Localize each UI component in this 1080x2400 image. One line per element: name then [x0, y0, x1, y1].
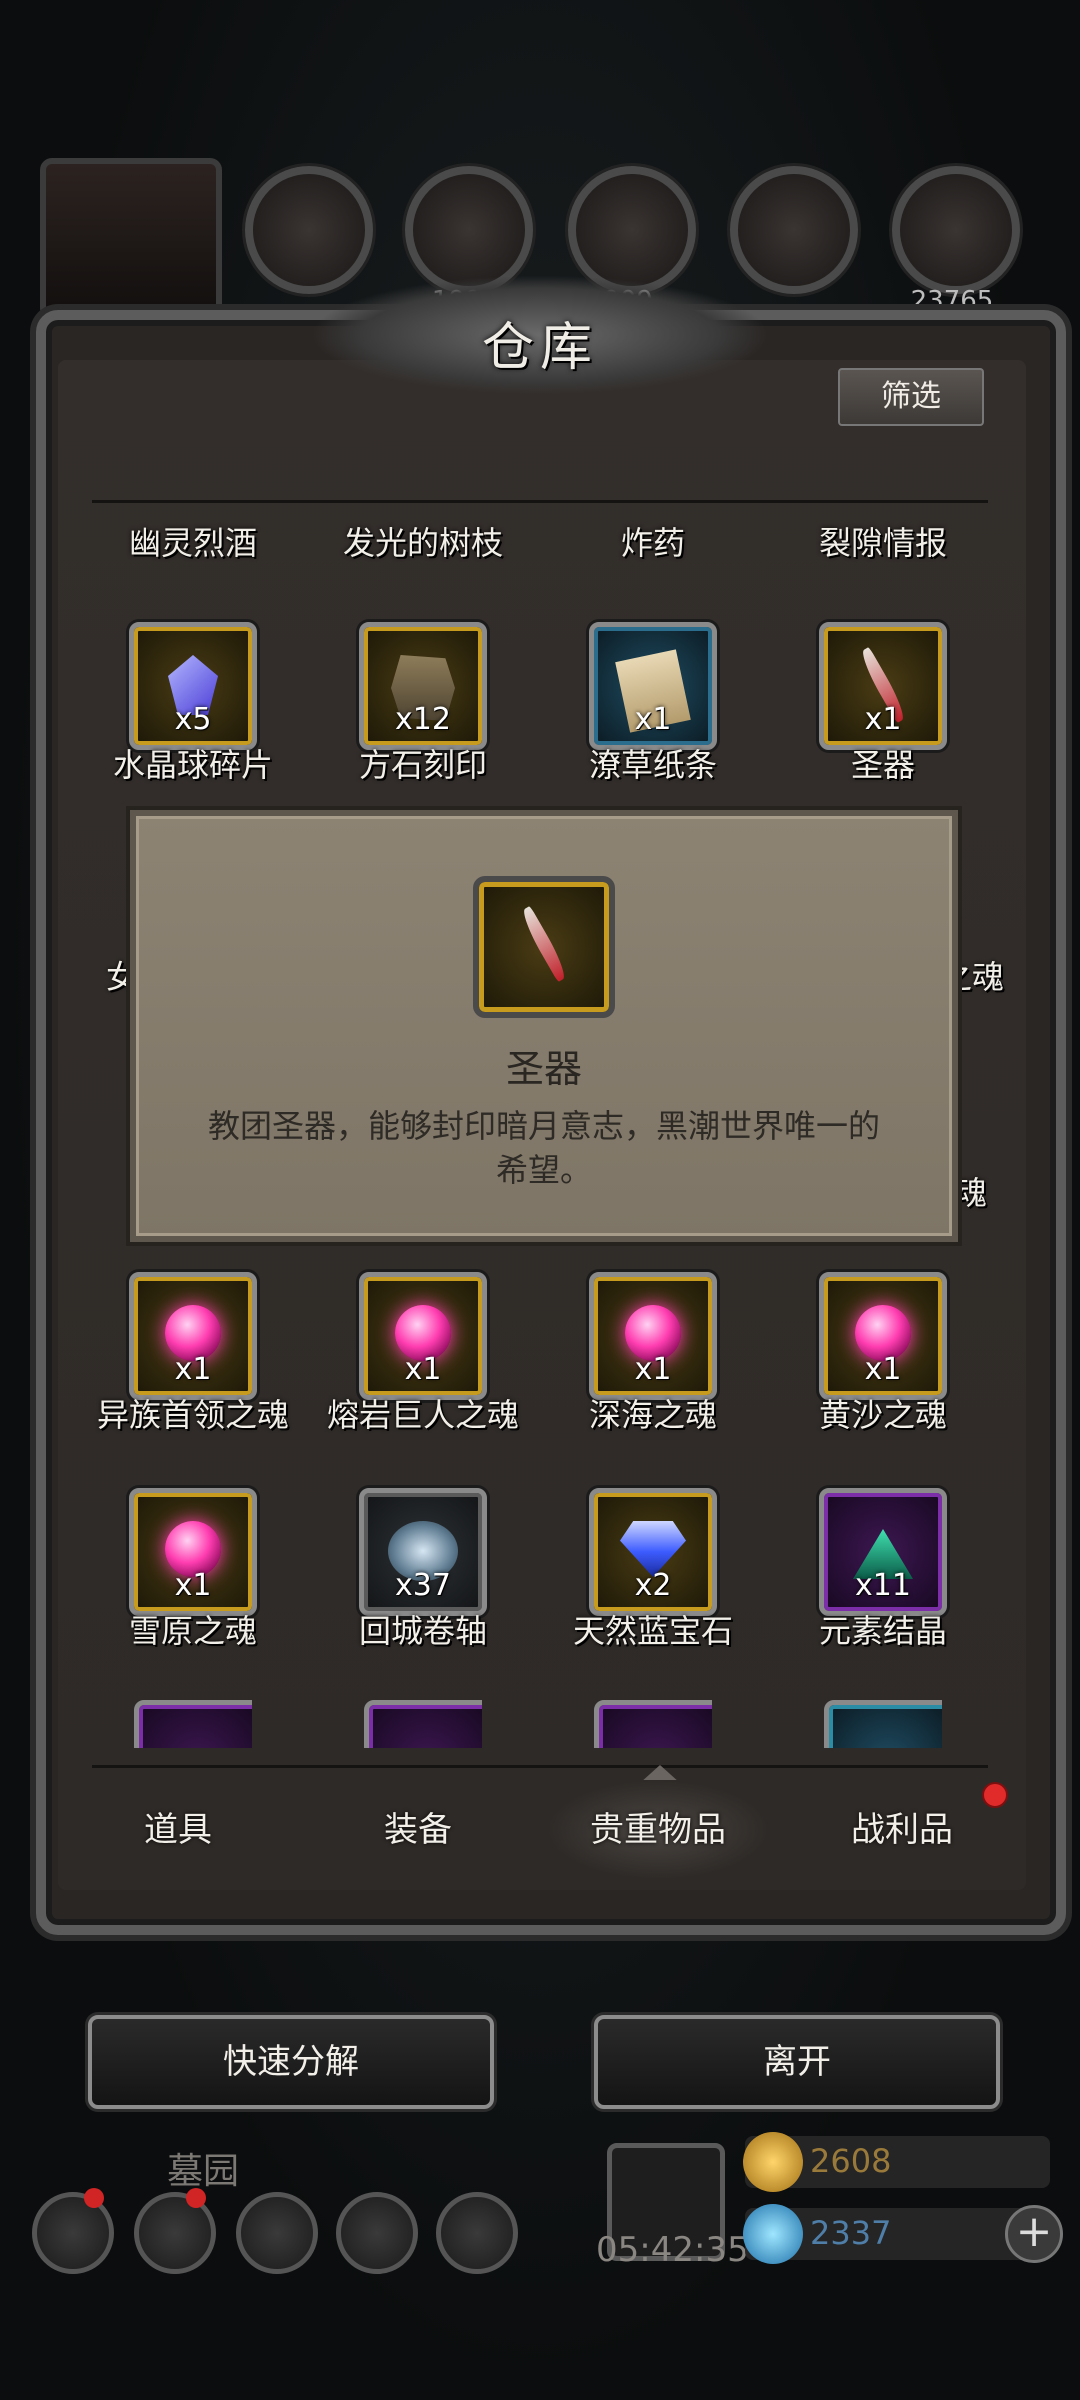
item-cell[interactable]: x1 异族首领之魂	[78, 1272, 308, 1472]
item-cell[interactable]: x5 水晶球碎片	[78, 622, 308, 822]
blue-gem-icon	[743, 2204, 803, 2264]
item-cell[interactable]: x1 雪原之魂	[78, 1488, 308, 1688]
holy-relic-icon	[517, 905, 571, 983]
item-cell[interactable]: 幽灵烈酒	[78, 400, 308, 562]
item-name: 黄沙之魂	[818, 1396, 947, 1434]
item-cell[interactable]: x12 方石刻印	[308, 622, 538, 822]
item-quantity: x5	[174, 702, 212, 737]
item-cell[interactable]: x1 潦草纸条	[538, 622, 768, 822]
item-quantity: x1	[634, 702, 672, 737]
leave-button[interactable]: 离开	[594, 2015, 1000, 2109]
helmet-icon[interactable]	[436, 2192, 518, 2274]
item-quantity: x1	[864, 1352, 902, 1387]
item-name: 魂	[955, 1174, 988, 1212]
tab-valuables[interactable]: 贵重物品	[546, 1780, 770, 1880]
tab-equipment[interactable]: 装备	[306, 1780, 530, 1880]
hero-portrait[interactable]	[40, 158, 222, 320]
item-cell[interactable]: x11 元素结晶	[768, 1488, 998, 1688]
loot-notification-badge	[982, 1782, 1008, 1808]
item-quantity: x1	[634, 1352, 672, 1387]
event-timer: 05:42:35	[596, 2230, 749, 2270]
item-quantity: x37	[395, 1568, 451, 1603]
notification-dot	[84, 2188, 104, 2208]
item-name: 圣器	[850, 746, 915, 784]
gem-amount: 2337	[810, 2214, 892, 2252]
item-cell[interactable]: 发光的树枝	[308, 400, 538, 562]
item-name: 裂隙情报	[818, 524, 947, 562]
item-cell[interactable]: x1 熔岩巨人之魂	[308, 1272, 538, 1472]
item-cell[interactable]: x2 天然蓝宝石	[538, 1488, 768, 1688]
item-quantity: x1	[864, 702, 902, 737]
item-cell[interactable]: x1 黄沙之魂	[768, 1272, 998, 1472]
notification-dot	[186, 2188, 206, 2208]
item-name: 元素结晶	[818, 1612, 947, 1650]
item-slot[interactable]	[134, 1700, 252, 1748]
tab-loot[interactable]: 战利品	[790, 1780, 1014, 1880]
item-quantity: x2	[634, 1568, 672, 1603]
add-currency-button[interactable]: +	[1005, 2205, 1063, 2263]
item-cell[interactable]: x37 回城卷轴	[308, 1488, 538, 1688]
quick-decompose-button[interactable]: 快速分解	[88, 2015, 494, 2109]
tab-divider	[92, 1765, 988, 1768]
item-cell[interactable]: x1 深海之魂	[538, 1272, 768, 1472]
location-label: 墓园	[167, 2151, 240, 2192]
tooltip-description: 教团圣器，能够封印暗月意志，黑潮世界唯一的希望。	[207, 1107, 880, 1189]
gold-coin-icon	[743, 2132, 803, 2192]
item-cell[interactable]: 裂隙情报	[768, 400, 998, 562]
tab-props[interactable]: 道具	[66, 1780, 290, 1880]
ingot-resource-icon	[892, 166, 1020, 294]
item-slot[interactable]	[824, 1700, 942, 1748]
item-quantity: x11	[855, 1568, 911, 1603]
item-quantity: x1	[174, 1568, 212, 1603]
gold-amount: 2608	[810, 2142, 892, 2180]
item-quantity: x1	[174, 1352, 212, 1387]
item-cell[interactable]: x1 圣器	[768, 622, 998, 822]
item-slot[interactable]	[594, 1700, 712, 1748]
item-quantity: x1	[404, 1352, 442, 1387]
mail-icon[interactable]	[336, 2192, 418, 2274]
item-cell[interactable]: 炸药	[538, 400, 768, 562]
item-slot[interactable]	[364, 1700, 482, 1748]
rune-icon[interactable]	[236, 2192, 318, 2274]
tooltip-item-name: 圣器	[505, 1047, 582, 1091]
tooltip-item-slot	[473, 876, 615, 1018]
item-tooltip[interactable]: 圣器 教团圣器，能够封印暗月意志，黑潮世界唯一的希望。	[130, 810, 958, 1242]
item-quantity: x12	[395, 702, 451, 737]
